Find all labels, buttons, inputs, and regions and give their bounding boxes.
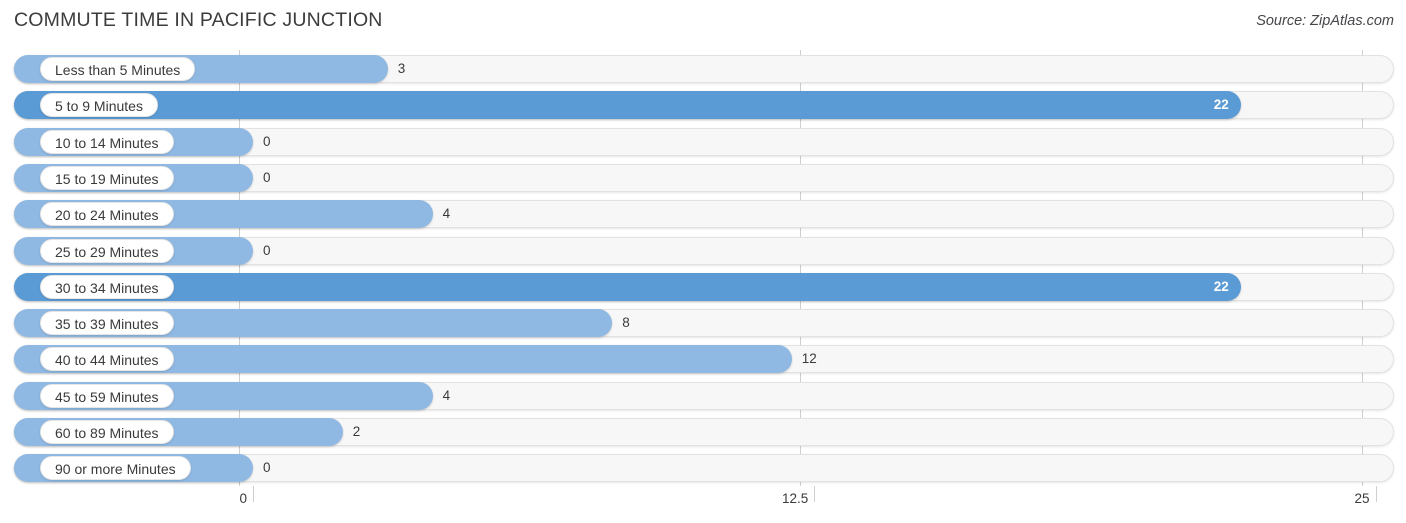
category-label: 60 to 89 Minutes xyxy=(40,420,174,444)
axis-tick xyxy=(814,486,816,502)
axis-tick-label: 25 xyxy=(1354,491,1370,506)
category-label: Less than 5 Minutes xyxy=(40,57,196,81)
bar-row: 12 40 to 44 Minutes xyxy=(14,345,1394,374)
category-label: 40 to 44 Minutes xyxy=(40,347,174,372)
axis-tick xyxy=(1375,486,1377,502)
category-label: 15 to 19 Minutes xyxy=(40,165,174,190)
bar-row: 0 10 to 14 Minutes xyxy=(14,127,1394,156)
bar-value-label: 8 xyxy=(622,315,630,331)
bar-value-label: 2 xyxy=(352,424,361,439)
bar[interactable]: 22 xyxy=(14,272,1241,301)
bar-row: 22 5 to 9 Minutes xyxy=(14,91,1394,120)
bar-value-label: 0 xyxy=(263,242,271,258)
axis-tick-label: 0 xyxy=(239,491,247,506)
bar-value-label: 4 xyxy=(442,206,451,222)
category-label: 45 to 59 Minutes xyxy=(40,383,174,408)
category-label: 5 to 9 Minutes xyxy=(40,93,158,118)
category-label: 90 or more Minutes xyxy=(40,456,191,481)
bar-value-label: 3 xyxy=(397,61,406,76)
bar-value-label: 12 xyxy=(801,351,817,367)
chart-container: COMMUTE TIME IN PACIFIC JUNCTION Source:… xyxy=(0,0,1406,523)
category-label: 30 to 34 Minutes xyxy=(40,274,174,299)
bar-row: 4 45 to 59 Minutes xyxy=(14,381,1394,410)
bar-value-label: 22 xyxy=(1213,97,1229,113)
bar-row: 2 60 to 89 Minutes xyxy=(14,418,1394,446)
category-label: 10 to 14 Minutes xyxy=(40,129,174,154)
category-label: 35 to 39 Minutes xyxy=(40,311,174,336)
bar-value-label: 0 xyxy=(263,460,271,476)
axis-tick-label: 12.5 xyxy=(781,491,809,506)
bar-row: 3 Less than 5 Minutes xyxy=(14,55,1394,83)
bar[interactable]: 22 xyxy=(14,91,1241,120)
plot-area: 3 Less than 5 Minutes 22 5 to 9 Minutes 0 10 … xyxy=(0,50,1406,486)
bar-value-label: 4 xyxy=(442,387,451,403)
bar-row: 8 35 to 39 Minutes xyxy=(14,309,1394,338)
category-label: 25 to 29 Minutes xyxy=(40,238,174,263)
x-axis: 0 12.5 25 xyxy=(0,486,1406,523)
bar-row: 0 25 to 29 Minutes xyxy=(14,236,1394,265)
axis-tick xyxy=(253,486,254,502)
bar-row: 22 30 to 34 Minutes xyxy=(14,272,1394,301)
source-attribution: Source: ZipAtlas.com xyxy=(1256,13,1394,29)
bar-row: 0 90 or more Minutes xyxy=(14,454,1394,483)
bar-value-label: 0 xyxy=(263,133,271,149)
bar-row: 0 15 to 19 Minutes xyxy=(14,163,1394,192)
bar-value-label: 0 xyxy=(263,169,271,185)
category-label: 20 to 24 Minutes xyxy=(40,202,174,227)
bar-row: 4 20 to 24 Minutes xyxy=(14,200,1394,229)
page-title: COMMUTE TIME IN PACIFIC JUNCTION xyxy=(14,9,383,31)
bar-value-label: 22 xyxy=(1213,278,1229,294)
